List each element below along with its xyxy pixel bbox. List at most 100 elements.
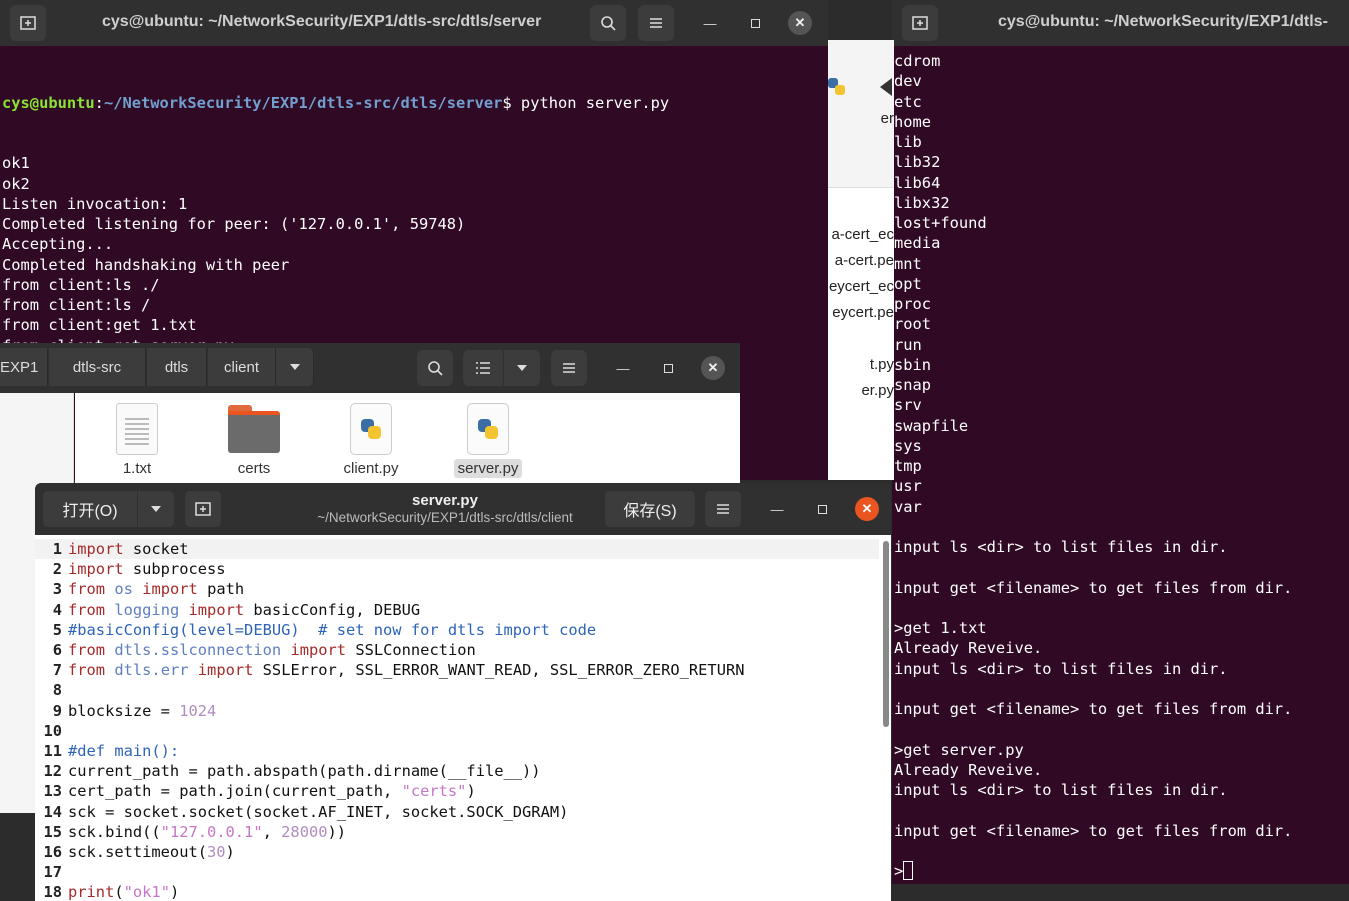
terminal-line: lib: [894, 133, 922, 151]
terminal-line: swapfile: [894, 416, 969, 435]
terminal-line: tmp: [894, 457, 922, 475]
terminal-output[interactable]: cdrom dev etc home lib lib32 lib64 libx32 lost+f…: [892, 46, 1349, 884]
terminal-line: >get 1.txt: [894, 619, 987, 637]
terminal-line: snap: [894, 376, 932, 394]
document-title: server.py: [412, 492, 478, 509]
line-number: 9: [52, 701, 62, 720]
terminal-line: Completed handshaking with peer: [2, 255, 290, 274]
right-terminal-titlebar[interactable]: cys@ubuntu: ~/NetworkSecurity/EXP1/dtls-: [892, 0, 1349, 46]
file-list-item[interactable]: eycert_ec: [829, 278, 894, 295]
terminal-line: from client:ls ./: [2, 275, 160, 294]
search-icon: [428, 361, 443, 376]
breadcrumb-dropdown-button[interactable]: [276, 348, 314, 386]
file-name-label: client.py: [343, 460, 399, 477]
breadcrumb-dtls-src[interactable]: dtls-src: [49, 348, 146, 386]
file-item[interactable]: 1.txt: [89, 403, 185, 478]
close-button[interactable]: ✕: [855, 497, 879, 521]
code-token: dtls.sslconnection: [114, 641, 282, 659]
breadcrumb-exp1[interactable]: EXP1: [0, 348, 48, 386]
menu-button[interactable]: [551, 350, 587, 386]
chevron-down-icon: [151, 506, 161, 512]
file-item[interactable]: client.py: [323, 403, 419, 478]
close-button[interactable]: ✕: [788, 11, 812, 35]
line-number: 3: [52, 580, 62, 599]
code-token: print: [68, 883, 115, 901]
file-list-item[interactable]: er: [881, 110, 894, 127]
code-token: sck = socket.socket(socket.AF_INET, sock…: [68, 802, 569, 821]
code-token: 1024: [179, 701, 217, 720]
code-token: from: [68, 641, 106, 659]
search-button[interactable]: [590, 5, 626, 41]
file-list-item[interactable]: er.py: [861, 382, 894, 399]
minimize-button[interactable]: —: [698, 11, 722, 35]
file-list-item[interactable]: eycert.pe: [832, 304, 894, 321]
python-file-icon: [467, 403, 509, 455]
minimize-button[interactable]: —: [611, 356, 635, 380]
terminal-line: sys: [894, 436, 922, 455]
new-tab-button[interactable]: [902, 5, 938, 41]
view-options-button[interactable]: [504, 350, 540, 386]
breadcrumb-client[interactable]: client: [208, 348, 276, 386]
code-line: 2 import subprocess: [35, 559, 879, 579]
window-title: cys@ubuntu: ~/NetworkSecurity/EXP1/dtls-…: [102, 13, 542, 30]
maximize-icon: [750, 18, 760, 28]
file-list-item[interactable]: a-cert_ec: [831, 226, 894, 243]
search-button[interactable]: [417, 350, 453, 386]
close-button[interactable]: ✕: [701, 356, 725, 380]
minimize-icon: —: [703, 15, 717, 31]
menu-button[interactable]: [705, 491, 741, 527]
terminal-line: home: [894, 112, 932, 131]
new-tab-button[interactable]: [10, 5, 46, 41]
maximize-button[interactable]: [743, 11, 767, 35]
new-tab-button[interactable]: [185, 491, 221, 527]
editor-header[interactable]: 打开(O) server.py ~/NetworkSecurity/EXP1/d…: [35, 483, 891, 535]
code-token: from: [68, 580, 106, 599]
python-file-icon: [828, 78, 846, 96]
line-number: 6: [52, 641, 62, 659]
file-name-label: certs: [237, 460, 271, 477]
file-manager-header[interactable]: EXP1 dtls-src dtls client — ✕: [0, 343, 740, 393]
terminal-line: Completed listening for peer: ('127.0.0.…: [2, 215, 466, 233]
code-line: 18 print("ok1"): [35, 882, 879, 901]
file-item[interactable]: server.py: [440, 403, 536, 478]
minimize-button[interactable]: —: [765, 497, 789, 521]
nav-arrow-icon: [880, 78, 892, 96]
code-token: os: [114, 580, 133, 599]
maximize-icon: [663, 363, 673, 373]
open-dropdown-button[interactable]: [138, 491, 174, 527]
code-token: import: [188, 600, 245, 619]
right-terminal-window[interactable]: cys@ubuntu: ~/NetworkSecurity/EXP1/dtls-…: [892, 0, 1349, 884]
code-editor[interactable]: 1 import socket 2 import subprocess 3 from os…: [35, 535, 891, 901]
terminal-line: lib64: [894, 173, 941, 192]
prompt-user: cys@ubuntu: [2, 93, 95, 112]
background-file-window[interactable]: er a-cert_ec a-cert.pe eycert_ec eycert.pe t.…: [822, 40, 894, 480]
file-list-item[interactable]: t.py: [870, 356, 894, 373]
file-list-item[interactable]: a-cert.pe: [835, 252, 894, 269]
terminal-line: from client:ls /: [2, 296, 151, 314]
menu-button[interactable]: [638, 5, 674, 41]
line-number: 4: [52, 600, 62, 619]
maximize-button[interactable]: [810, 497, 834, 521]
server-terminal-titlebar[interactable]: cys@ubuntu: ~/NetworkSecurity/EXP1/dtls-…: [0, 0, 828, 46]
code-line: 6 from dtls.sslconnection import SSLConne…: [35, 640, 879, 660]
code-token: current_path = path.abspath(path.dirname…: [68, 762, 541, 781]
code-token: dtls.err: [114, 661, 189, 680]
code-token: sck.settimeout(: [68, 843, 207, 861]
text-editor-window[interactable]: 打开(O) server.py ~/NetworkSecurity/EXP1/d…: [35, 483, 891, 901]
code-line: 1 import socket: [35, 539, 879, 560]
code-token: import: [68, 540, 124, 558]
save-button[interactable]: 保存(S): [605, 491, 695, 527]
terminal-line: input get <filename> to get files from d…: [894, 700, 1293, 718]
chevron-down-icon: [289, 364, 300, 370]
open-button[interactable]: 打开(O): [43, 491, 137, 527]
code-token: ,: [262, 822, 282, 841]
terminal-line: root: [894, 315, 932, 334]
maximize-icon: [817, 504, 827, 514]
file-item[interactable]: certs: [206, 403, 302, 478]
maximize-button[interactable]: [656, 356, 680, 380]
minimize-icon: —: [770, 501, 784, 517]
list-view-button[interactable]: [463, 350, 503, 386]
breadcrumb-dtls[interactable]: dtls: [147, 348, 207, 386]
vertical-scrollbar[interactable]: [883, 541, 889, 727]
